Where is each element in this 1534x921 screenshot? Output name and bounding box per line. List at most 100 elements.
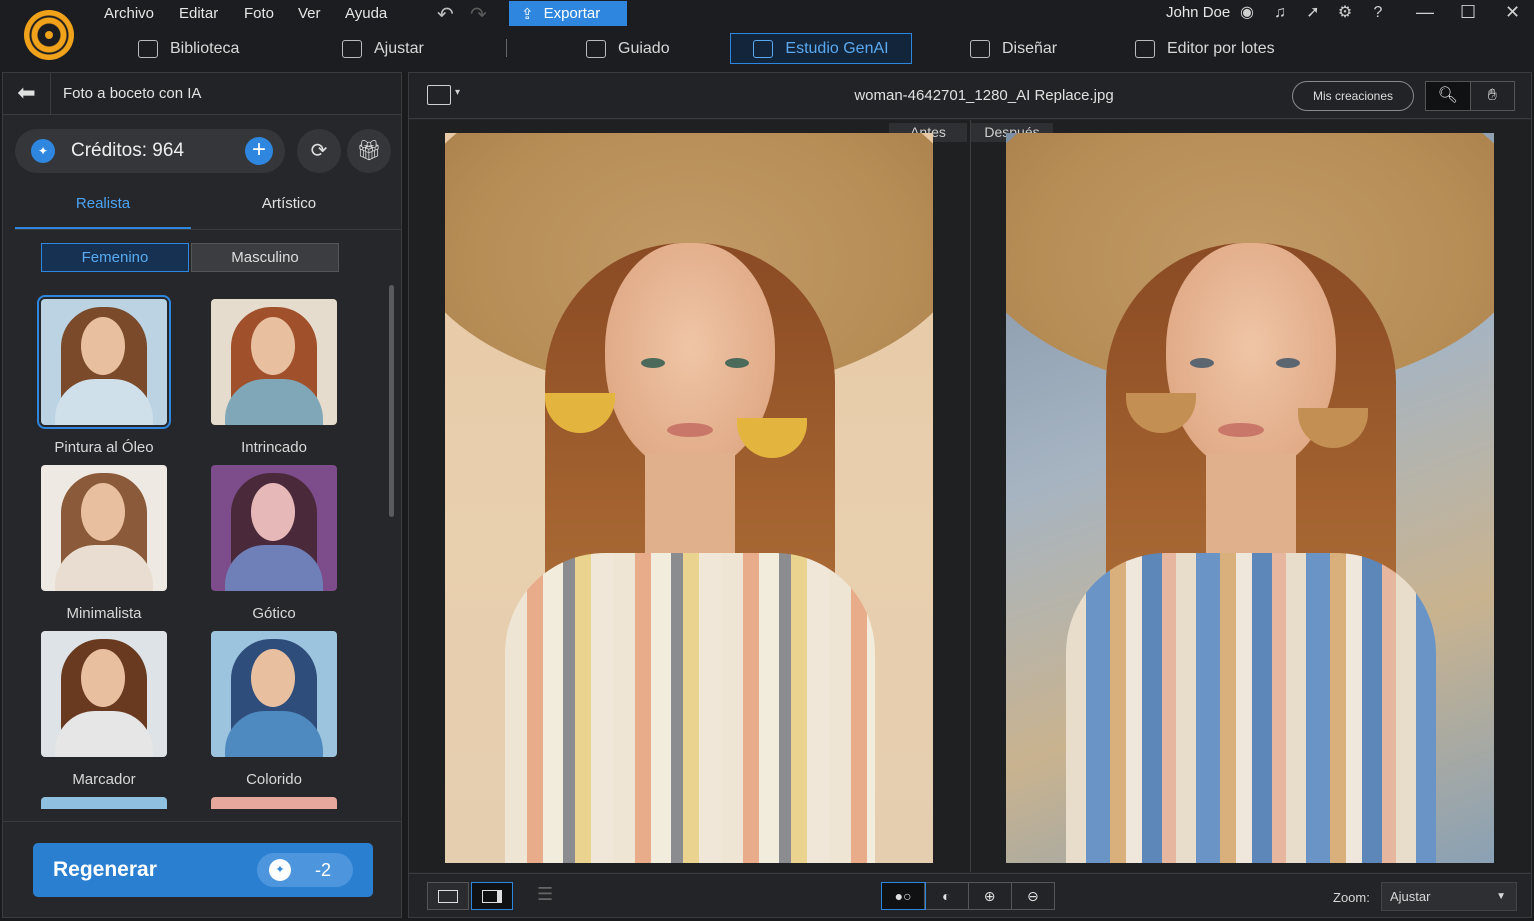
menu-ayuda[interactable]: Ayuda	[345, 5, 387, 23]
tab-editor-por-lotes[interactable]: Editor por lotes	[1135, 33, 1275, 64]
redo-icon[interactable]: ↷	[470, 2, 487, 27]
credit-icon: ✦	[269, 859, 291, 881]
side-by-side-icon[interactable]: ●○	[880, 882, 927, 910]
maximize-icon[interactable]: ☐	[1460, 2, 1476, 23]
style-label: Minimalista	[66, 605, 142, 622]
tab-estudio-genai[interactable]: Estudio GenAI	[730, 33, 912, 64]
images-icon	[1135, 39, 1155, 58]
style-thumbnail	[211, 631, 337, 757]
style-thumbnail	[211, 299, 337, 425]
export-icon: ⇪	[521, 5, 534, 23]
tab-artistico[interactable]: Artístico	[201, 185, 377, 229]
style-label: Colorido	[246, 771, 302, 788]
magic-wand-icon	[586, 39, 606, 58]
tab-label: Guiado	[618, 39, 670, 57]
compare-viewport: Antes Después	[409, 120, 1531, 872]
share-icon[interactable]: ➚	[1303, 3, 1323, 23]
gear-icon[interactable]: ⚙	[1335, 3, 1355, 23]
scrollbar[interactable]	[389, 285, 394, 517]
export-button[interactable]: ⇪ Exportar	[509, 1, 627, 26]
main-panel: ▾ woman-4642701_1280_AI Replace.jpg Mis …	[408, 72, 1532, 918]
style-label: Gótico	[252, 605, 296, 622]
tab-ajustar[interactable]: Ajustar	[342, 33, 424, 64]
split-top-bottom-icon[interactable]: ⊖	[1012, 883, 1054, 909]
tab-label: Ajustar	[374, 39, 424, 57]
regenerate-button[interactable]: Regenerar ✦ -2	[33, 843, 373, 897]
style-card-gotico[interactable]: Gótico	[211, 465, 337, 622]
chevron-down-icon[interactable]: ▾	[455, 87, 460, 98]
style-thumbnail	[41, 631, 167, 757]
back-arrow-icon[interactable]: ⬅	[3, 73, 51, 115]
style-card-pintura-al-oleo[interactable]: Pintura al Óleo	[37, 295, 171, 456]
panel-title: Foto a boceto con IA	[63, 85, 202, 102]
left-panel: ⬅ Foto a boceto con IA ✦ Créditos: 964 +…	[2, 72, 402, 918]
style-label: Marcador	[72, 771, 136, 788]
zoom-value: Ajustar	[1390, 889, 1431, 904]
account-icon[interactable]: ◉	[1237, 3, 1257, 23]
tab-biblioteca[interactable]: Biblioteca	[138, 33, 239, 64]
export-label: Exportar	[543, 5, 601, 22]
after-image	[1006, 133, 1494, 863]
menu-ver[interactable]: Ver	[298, 5, 321, 23]
style-label: Pintura al Óleo	[54, 439, 154, 456]
style-card-colorido[interactable]: Colorido	[211, 631, 337, 788]
credit-cost: -2	[315, 860, 332, 880]
divider	[506, 39, 507, 57]
tab-label: Diseñar	[1002, 39, 1058, 57]
divider	[15, 229, 401, 230]
sparkle-icon	[753, 39, 774, 58]
tab-realista[interactable]: Realista	[15, 185, 191, 229]
single-view-icon[interactable]	[427, 882, 469, 910]
hand-icon[interactable]: ✋︎	[1471, 82, 1515, 110]
compare-mode-group: ●○ ◐ ⊕ ⊖	[880, 882, 1055, 910]
add-credits-button[interactable]: +	[245, 137, 273, 165]
style-thumbnail-partial[interactable]	[41, 797, 167, 809]
style-card-marcador[interactable]: Marcador	[41, 631, 167, 788]
refresh-icon[interactable]: ⟳	[297, 129, 341, 173]
tab-label: Estudio GenAI	[785, 39, 889, 57]
before-image	[445, 133, 933, 863]
zoom-label: Zoom:	[1333, 890, 1370, 905]
split-view-icon[interactable]	[471, 882, 513, 910]
sliders-icon	[342, 39, 362, 58]
menu-foto[interactable]: Foto	[244, 5, 274, 23]
file-name: woman-4642701_1280_AI Replace.jpg	[854, 87, 1114, 104]
tab-guiado[interactable]: Guiado	[586, 33, 670, 64]
help-icon[interactable]: ?	[1368, 3, 1388, 23]
menu-editar[interactable]: Editar	[179, 5, 218, 23]
split-vertical-icon[interactable]: ◐	[925, 883, 969, 909]
my-creations-button[interactable]: Mis creaciones	[1292, 81, 1414, 111]
style-card-intrincado[interactable]: Intrincado	[211, 299, 337, 456]
image-icon	[138, 39, 158, 58]
zoom-icon[interactable]: 🔍︎	[1426, 82, 1471, 110]
segment-femenino[interactable]: Femenino	[41, 243, 189, 272]
menu-archivo[interactable]: Archivo	[104, 5, 154, 23]
bell-icon[interactable]: ♫	[1270, 3, 1290, 23]
minimize-icon[interactable]: —	[1416, 2, 1434, 23]
segment-masculino[interactable]: Masculino	[191, 243, 339, 272]
style-card-minimalista[interactable]: Minimalista	[41, 465, 167, 622]
view-tools: 🔍︎ ✋︎	[1425, 81, 1515, 111]
style-thumbnail	[41, 465, 167, 591]
compare-divider[interactable]	[970, 120, 971, 872]
regenerate-label: Regenerar	[53, 858, 157, 881]
view-header: ▾ woman-4642701_1280_AI Replace.jpg Mis …	[409, 73, 1531, 119]
split-horizontal-icon[interactable]: ⊕	[969, 883, 1012, 909]
tab-label: Biblioteca	[170, 39, 240, 57]
user-name[interactable]: John Doe	[1166, 4, 1230, 21]
credit-cost-badge: ✦ -2	[257, 853, 353, 887]
list-icon[interactable]: ☰	[537, 884, 553, 905]
style-label: Intrincado	[241, 439, 307, 456]
folder-icon[interactable]	[427, 85, 451, 105]
layers-icon	[970, 39, 990, 58]
tab-disenar[interactable]: Diseñar	[970, 33, 1057, 64]
zoom-select[interactable]: Ajustar ▼	[1381, 882, 1517, 911]
gift-icon[interactable]: 🎁︎	[347, 129, 391, 173]
close-icon[interactable]: ✕	[1505, 2, 1520, 23]
tab-label: Editor por lotes	[1167, 39, 1275, 57]
style-thumbnail-partial[interactable]	[211, 797, 337, 809]
app-logo	[24, 10, 74, 60]
undo-icon[interactable]: ↶	[437, 2, 454, 27]
view-footer: ☰ ●○ ◐ ⊕ ⊖ Zoom: Ajustar ▼	[409, 873, 1531, 917]
credits-pill: ✦ Créditos: 964 +	[15, 129, 285, 173]
